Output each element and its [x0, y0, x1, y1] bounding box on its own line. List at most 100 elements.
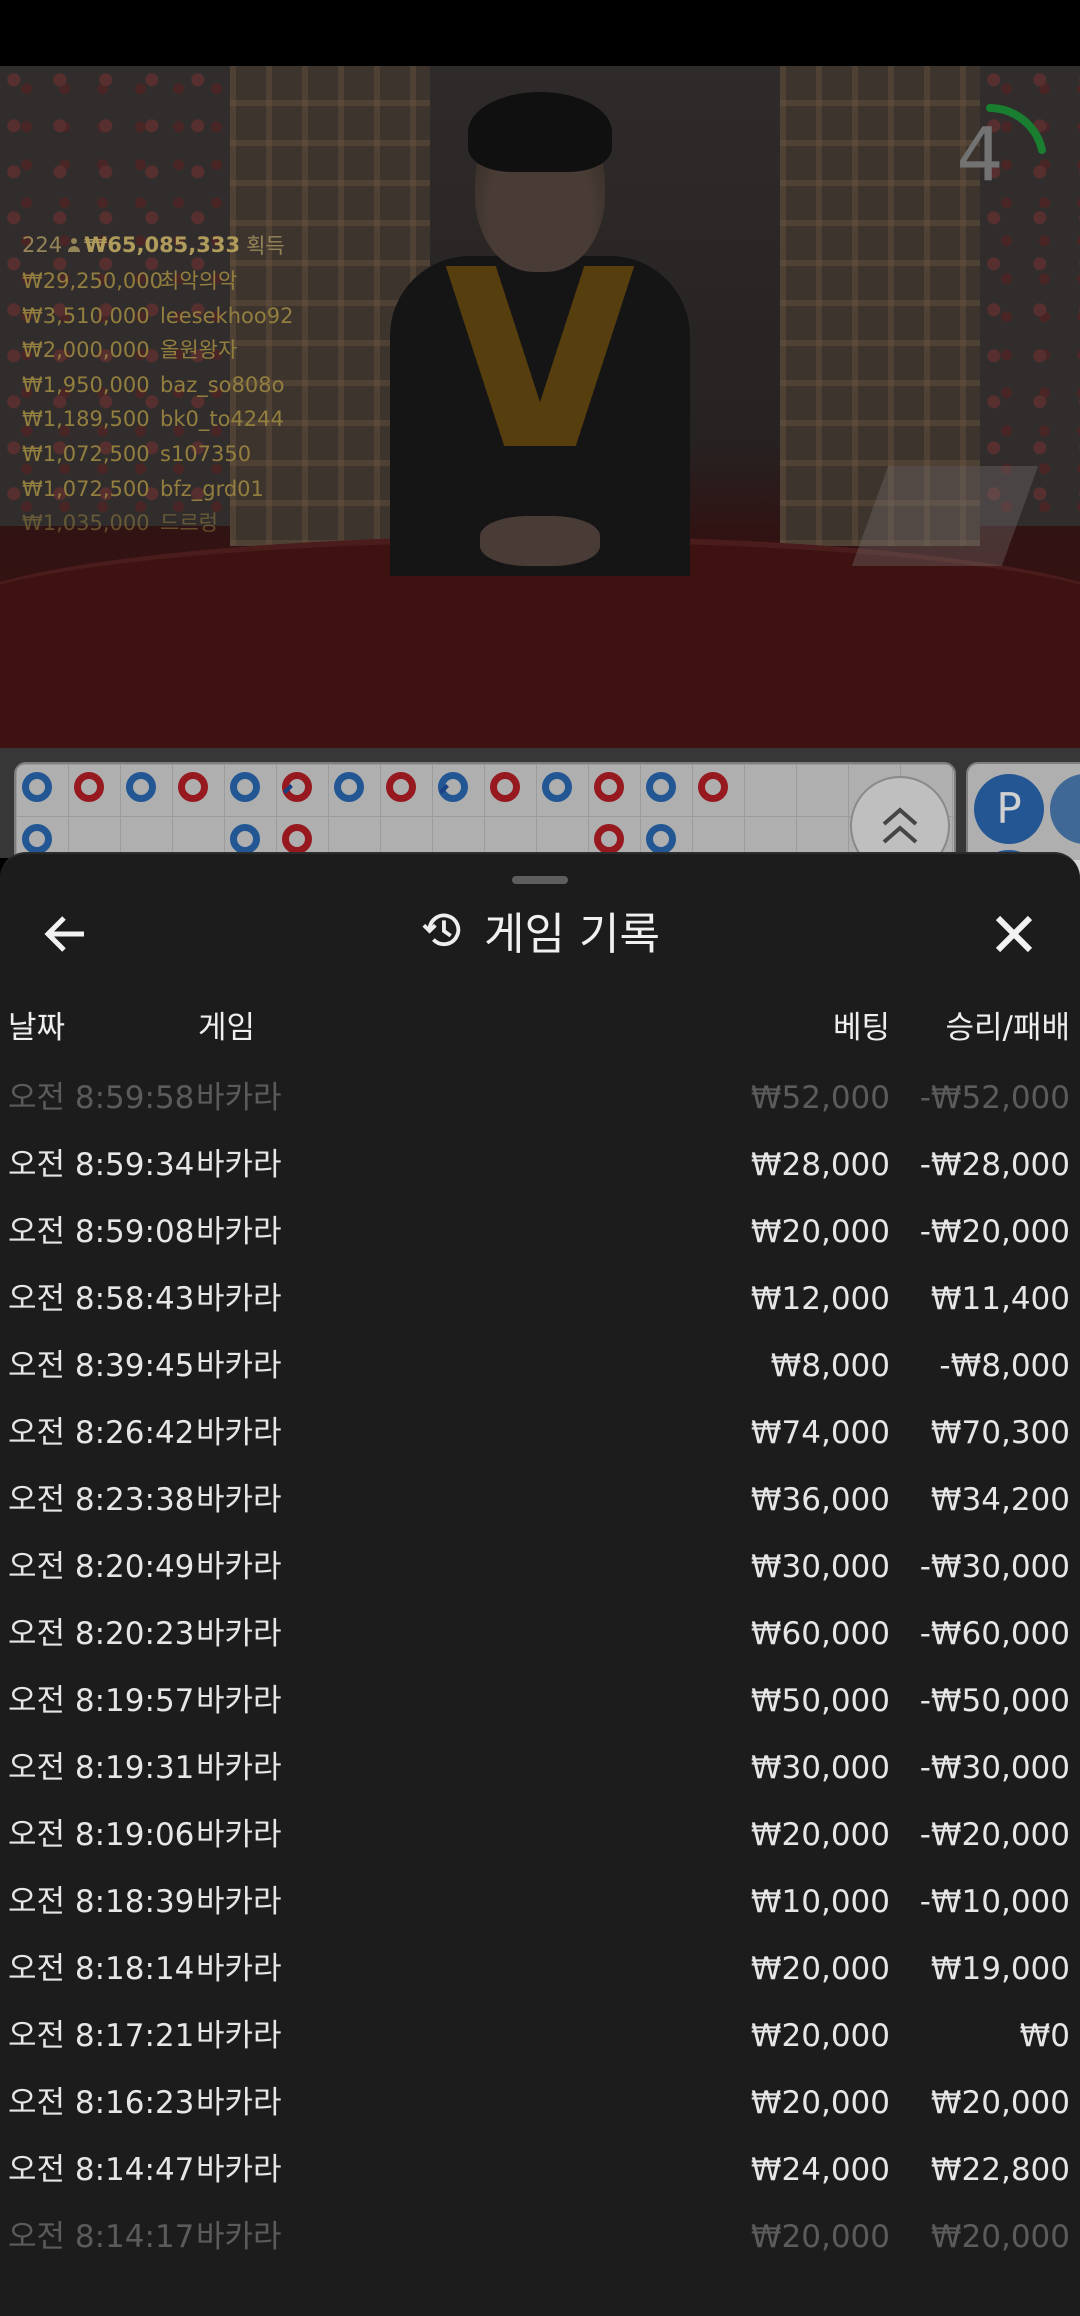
- row-time: 오전 8:20:49: [8, 1549, 195, 1585]
- bet-user: baz_so808o: [160, 372, 285, 397]
- row-game: 바카라: [196, 1348, 282, 1384]
- banker-bead: [594, 824, 624, 854]
- history-row[interactable]: 오전 8:19:57 바카라 ₩50,000 -₩50,000: [0, 1677, 1080, 1744]
- person-icon: [68, 238, 81, 252]
- roadmap-strip: P: [0, 748, 1080, 920]
- row-bet: ₩74,000: [750, 1415, 890, 1451]
- row-game: 바카라: [196, 1415, 282, 1451]
- bets-summary: 224 ₩65,085,333 획득: [22, 230, 293, 260]
- row-time: 오전 8:18:14: [8, 1951, 195, 1987]
- player-predict-badge: P: [974, 774, 1044, 844]
- bet-user: bfz_grd01: [160, 476, 264, 501]
- history-row[interactable]: 오전 8:59:34 바카라 ₩28,000 -₩28,000: [0, 1141, 1080, 1208]
- app-root: PLAYER BANKER 4 224 ₩65,085,333 획득 ₩29,2…: [0, 0, 1080, 2316]
- history-row[interactable]: 오전 8:58:43 바카라 ₩12,000 ₩11,400: [0, 1275, 1080, 1342]
- history-row[interactable]: 오전 8:14:17 바카라 ₩20,000 ₩20,000: [0, 2213, 1080, 2280]
- row-result: -₩10,000: [919, 1884, 1070, 1920]
- history-row[interactable]: 오전 8:19:31 바카라 ₩30,000 -₩30,000: [0, 1744, 1080, 1811]
- row-game: 바카라: [196, 1817, 282, 1853]
- row-game: 바카라: [196, 1214, 282, 1250]
- history-row[interactable]: 오전 8:17:21 바카라 ₩20,000 ₩0: [0, 2012, 1080, 2079]
- row-bet: ₩52,000: [750, 1080, 890, 1116]
- bet-amount: ₩29,250,000: [22, 269, 164, 293]
- table-header: 날짜 게임 베팅 승리/패배: [0, 1002, 1080, 1052]
- row-time: 오전 8:19:31: [8, 1750, 195, 1786]
- history-row[interactable]: 오전 8:59:08 바카라 ₩20,000 -₩20,000: [0, 1208, 1080, 1275]
- player-bead: [230, 772, 260, 802]
- row-game: 바카라: [196, 2219, 282, 2255]
- history-row[interactable]: 오전 8:16:23 바카라 ₩20,000 ₩20,000: [0, 2079, 1080, 2146]
- row-bet: ₩50,000: [750, 1683, 890, 1719]
- history-row[interactable]: 오전 8:14:47 바카라 ₩24,000 ₩22,800: [0, 2146, 1080, 2213]
- top-bets-overlay: 224 ₩65,085,333 획득 ₩29,250,000최악의악 ₩3,510…: [22, 230, 293, 541]
- banker-bead: [698, 772, 728, 802]
- row-bet: ₩30,000: [750, 1549, 890, 1585]
- history-row[interactable]: 오전 8:20:23 바카라 ₩60,000 -₩60,000: [0, 1610, 1080, 1677]
- countdown-timer: 4: [930, 102, 1050, 222]
- column-game: 게임: [198, 1010, 256, 1046]
- player-count: 224: [22, 233, 63, 257]
- history-row[interactable]: 오전 8:18:39 바카라 ₩10,000 -₩10,000: [0, 1878, 1080, 1945]
- history-row[interactable]: 오전 8:59:58 바카라 ₩52,000 -₩52,000: [0, 1074, 1080, 1141]
- bet-entry: ₩3,510,000 leesekhoo92: [22, 299, 293, 334]
- row-bet: ₩24,000: [750, 2152, 890, 2188]
- row-game: 바카라: [196, 1750, 282, 1786]
- player-bead: [22, 824, 52, 854]
- row-time: 오전 8:59:34: [8, 1147, 195, 1183]
- row-game: 바카라: [196, 1549, 282, 1585]
- row-bet: ₩20,000: [750, 2085, 890, 2121]
- history-row[interactable]: 오전 8:39:45 바카라 ₩8,000 -₩8,000: [0, 1342, 1080, 1409]
- row-result: ₩11,400: [930, 1281, 1070, 1317]
- row-game: 바카라: [196, 1482, 282, 1518]
- row-time: 오전 8:26:42: [8, 1415, 195, 1451]
- row-bet: ₩20,000: [750, 2018, 890, 2054]
- history-row[interactable]: 오전 8:26:42 바카라 ₩74,000 ₩70,300: [0, 1409, 1080, 1476]
- bet-amount: ₩1,072,500: [22, 441, 150, 466]
- banker-bead: [594, 772, 624, 802]
- sheet-title: 게임 기록: [484, 909, 660, 960]
- player-bead: [334, 772, 364, 802]
- history-row[interactable]: 오전 8:20:49 바카라 ₩30,000 -₩30,000: [0, 1543, 1080, 1610]
- history-row[interactable]: 오전 8:19:06 바카라 ₩20,000 -₩20,000: [0, 1811, 1080, 1878]
- row-time: 오전 8:14:17: [8, 2219, 195, 2255]
- history-row[interactable]: 오전 8:18:14 바카라 ₩20,000 ₩19,000: [0, 1945, 1080, 2012]
- row-result: -₩50,000: [919, 1683, 1070, 1719]
- sheet-header: 게임 기록: [0, 890, 1080, 970]
- drag-handle[interactable]: [512, 876, 568, 884]
- row-result: -₩20,000: [919, 1214, 1070, 1250]
- row-game: 바카라: [196, 1683, 282, 1719]
- row-bet: ₩8,000: [770, 1348, 890, 1384]
- game-history-sheet: 게임 기록 날짜 게임 베팅 승리/패배 오전 8:59:58 바카라 ₩52,00: [0, 852, 1080, 2316]
- bet-user: 올원왕자: [160, 338, 238, 363]
- bet-user: leesekhoo92: [160, 303, 294, 328]
- row-game: 바카라: [196, 2152, 282, 2188]
- row-game: 바카라: [196, 1281, 282, 1317]
- banker-bead: [490, 772, 520, 802]
- row-time: 오전 8:19:57: [8, 1683, 195, 1719]
- banker-bead: [74, 772, 104, 802]
- live-video[interactable]: PLAYER BANKER 4 224 ₩65,085,333 획득 ₩29,2…: [0, 66, 1080, 748]
- banker-bead: [386, 772, 416, 802]
- player-bead: [646, 772, 676, 802]
- row-time: 오전 8:59:58: [8, 1080, 195, 1116]
- banker-bead: [178, 772, 208, 802]
- bet-list: ₩29,250,000최악의악 ₩3,510,000 leesekhoo92 ₩2,0…: [22, 264, 293, 541]
- row-time: 오전 8:18:39: [8, 1884, 195, 1920]
- close-button[interactable]: [984, 904, 1044, 964]
- row-game: 바카라: [196, 1080, 282, 1116]
- row-bet: ₩28,000: [750, 1147, 890, 1183]
- history-list[interactable]: 오전 8:59:58 바카라 ₩52,000 -₩52,000 오전 8:59:34 바카…: [0, 1074, 1080, 2280]
- bet-entry: ₩1,035,000 드르렁: [22, 506, 293, 541]
- bet-entry: ₩1,950,000 baz_so808o: [22, 368, 293, 403]
- row-result: ₩22,800: [930, 2152, 1070, 2188]
- row-bet: ₩20,000: [750, 1817, 890, 1853]
- row-bet: ₩30,000: [750, 1750, 890, 1786]
- row-result: ₩20,000: [930, 2219, 1070, 2255]
- row-time: 오전 8:23:38: [8, 1482, 195, 1518]
- back-button[interactable]: [36, 904, 96, 964]
- history-row[interactable]: 오전 8:23:38 바카라 ₩36,000 ₩34,200: [0, 1476, 1080, 1543]
- bet-amount: ₩1,950,000: [22, 372, 150, 397]
- row-result: ₩20,000: [930, 2085, 1070, 2121]
- row-result: ₩70,300: [930, 1415, 1070, 1451]
- row-game: 바카라: [196, 1616, 282, 1652]
